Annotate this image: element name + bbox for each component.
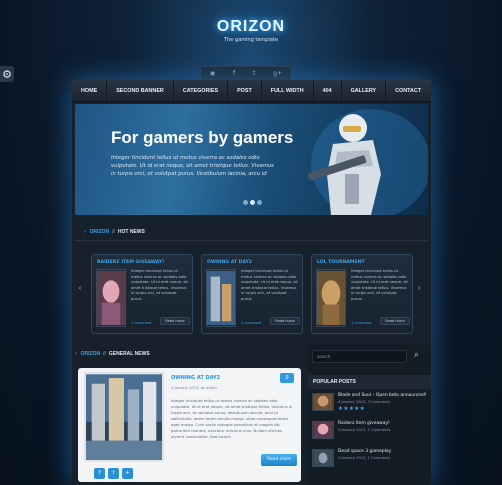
nav-second-banner[interactable]: SECOND BANNER	[107, 79, 174, 102]
hero-banner[interactable]: For gamers by gamers Integer tincidunt t…	[75, 104, 428, 215]
carousel-prev-icon[interactable]: ‹	[78, 283, 82, 294]
news-card[interactable]: OWNING AT DAY2 Integer tincidunt tellus …	[201, 254, 303, 334]
post-image[interactable]	[84, 372, 164, 462]
googleplus-share-icon[interactable]: +	[122, 468, 133, 479]
heading-brand: ORIZON	[80, 351, 101, 357]
read-more-button[interactable]: Read more	[261, 454, 297, 466]
page-wrapper: HOME SECOND BANNER CATEGORIES POST FULL …	[72, 79, 431, 485]
main-nav: HOME SECOND BANNER CATEGORIES POST FULL …	[72, 79, 431, 102]
nav-contact[interactable]: CONTACT	[386, 80, 430, 102]
rating-stars: ★★★★★	[338, 406, 366, 412]
popular-post-meta: 3 January 2013, 1 Comments	[338, 428, 391, 432]
popular-post-thumbnail[interactable]	[312, 393, 334, 411]
rss-icon[interactable]: ◉	[210, 70, 215, 77]
heading-separator: //	[103, 351, 106, 357]
heading-brand: ORIZON	[89, 229, 110, 235]
nav-post[interactable]: POST	[228, 79, 262, 102]
popular-posts-heading: POPULAR POSTS	[308, 375, 431, 389]
search-input[interactable]: search	[312, 350, 407, 363]
share-buttons: f t +	[94, 468, 133, 479]
slider-dot-active[interactable]	[250, 200, 255, 205]
googleplus-icon[interactable]: g+	[273, 70, 282, 77]
card-comments[interactable]: 0 comment	[241, 321, 262, 325]
hot-news-heading: › ORIZON // HOT NEWS	[72, 226, 431, 238]
card-title[interactable]: LOL TOURNAMENT	[317, 260, 365, 265]
popular-post-thumbnail[interactable]	[312, 421, 334, 439]
hot-news-cards: RAIDERZ ITEM GIVEAWAY! Integer tincidunt…	[91, 254, 413, 334]
popular-post-meta: 4 January 2013, 3 Comments	[338, 400, 391, 404]
heading-title: HOT NEWS	[117, 229, 145, 235]
sidebar: search ⌕ POPULAR POSTS Blade and Soul – …	[308, 345, 431, 485]
popular-post-title[interactable]: Blade and Soul – Open beta announced!	[338, 393, 427, 398]
heading-chevron-icon: ›	[84, 229, 86, 235]
news-card[interactable]: LOL TOURNAMENT Integer tincidunt tellus …	[311, 254, 413, 334]
heading-chevron-icon: ›	[75, 351, 77, 357]
card-title[interactable]: OWNING AT DAY2	[207, 260, 252, 265]
post-meta: 4 January 2013, by admin	[171, 386, 218, 390]
card-comments[interactable]: 1 comment	[351, 321, 372, 325]
general-news-heading: › ORIZON // GENERAL NEWS	[72, 348, 302, 360]
logo-title: ORIZON	[216, 18, 286, 35]
carousel-next-icon[interactable]: ›	[417, 283, 421, 294]
card-text: Integer tincidunt tellus ut metus viverr…	[131, 269, 188, 301]
read-more-button[interactable]: Read more	[380, 317, 410, 325]
twitter-share-icon[interactable]: t	[108, 468, 119, 479]
popular-post-thumbnail[interactable]	[312, 449, 334, 467]
site-logo[interactable]: ORIZON The gaming template	[0, 18, 502, 43]
card-title[interactable]: RAIDERZ ITEM GIVEAWAY!	[97, 260, 164, 265]
news-card[interactable]: RAIDERZ ITEM GIVEAWAY! Integer tincidunt…	[91, 254, 193, 334]
comment-count-badge[interactable]: 0	[280, 373, 294, 383]
card-thumbnail[interactable]	[96, 269, 126, 327]
card-text: Integer tincidunt tellus ut metus viverr…	[351, 269, 408, 301]
search-icon[interactable]: ⌕	[414, 350, 419, 360]
card-text: Integer tincidunt tellus ut metus viverr…	[241, 269, 298, 301]
nav-full-width[interactable]: FULL WIDTH	[262, 79, 314, 102]
popular-post-title[interactable]: Raiderz item giveaway!	[338, 421, 390, 426]
post-text: Integer tincidunt tellus ut metus viverr…	[171, 398, 293, 439]
popular-post-title[interactable]: Dead space 3 gameplay	[338, 449, 391, 454]
social-bar: ◉ f t g+	[200, 66, 292, 80]
nav-home[interactable]: HOME	[72, 79, 108, 102]
logo-subtitle: The gaming template	[224, 37, 278, 43]
card-comments[interactable]: 1 comment	[131, 321, 152, 325]
soldier-image	[307, 109, 428, 215]
card-thumbnail[interactable]	[206, 269, 236, 327]
twitter-icon[interactable]: t	[253, 70, 255, 77]
hero-title: For gamers by gamers	[111, 128, 294, 147]
slider-dot[interactable]	[243, 200, 248, 205]
read-more-button[interactable]: Read more	[270, 317, 300, 325]
slider-dot[interactable]	[257, 200, 262, 205]
heading-title: GENERAL NEWS	[108, 351, 150, 357]
popular-post-item[interactable]: Raiderz item giveaway! 3 January 2013, 1…	[312, 421, 428, 445]
nav-categories[interactable]: CATEGORIES	[174, 79, 229, 102]
read-more-button[interactable]: Read more	[160, 317, 190, 325]
settings-gear-icon[interactable]: ⚙	[0, 66, 14, 82]
facebook-share-icon[interactable]: f	[94, 468, 105, 479]
popular-post-item[interactable]: Dead space 3 gameplay 3 January 2013, 1 …	[312, 449, 428, 473]
slider-dots	[243, 200, 262, 205]
post-title[interactable]: OWNING AT DAY2	[171, 375, 220, 381]
popular-post-item[interactable]: Blade and Soul – Open beta announced! 4 …	[312, 393, 428, 417]
card-thumbnail[interactable]	[316, 269, 346, 327]
heading-separator: //	[112, 229, 115, 235]
general-news-post[interactable]: OWNING AT DAY2 0 4 January 2013, by admi…	[78, 368, 301, 482]
popular-post-meta: 3 January 2013, 1 Comments	[338, 456, 391, 460]
nav-404[interactable]: 404	[314, 79, 342, 102]
nav-gallery[interactable]: GALLERY	[342, 79, 387, 102]
divider	[75, 240, 428, 241]
facebook-icon[interactable]: f	[233, 70, 235, 77]
hero-text: Integer tincidunt tellus ut metus viverr…	[111, 155, 274, 177]
